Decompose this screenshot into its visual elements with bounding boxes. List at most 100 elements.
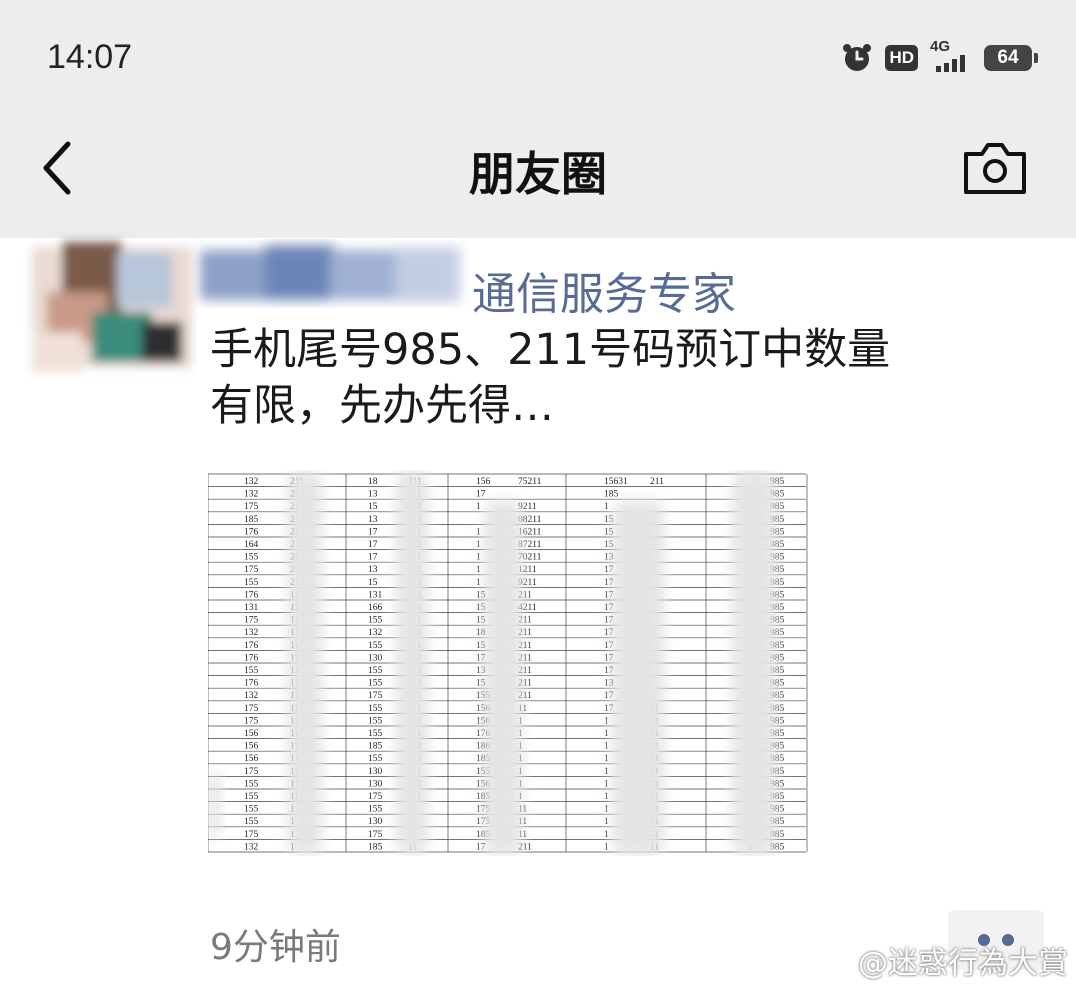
table-cell: 132 bbox=[244, 490, 259, 500]
signal-bars bbox=[936, 55, 965, 72]
table-cell: 166 bbox=[368, 603, 383, 613]
table-cell: 130 bbox=[368, 779, 383, 789]
table-cell: 176 bbox=[244, 679, 259, 689]
table-cell: 132 bbox=[244, 691, 259, 701]
table-cell: 130 bbox=[368, 817, 383, 827]
table-cell: 175 bbox=[244, 616, 259, 626]
table-cell: 17 bbox=[368, 540, 378, 550]
table-cell: 131 bbox=[368, 590, 383, 600]
table-cell: 155 bbox=[368, 729, 383, 739]
table-cell: 1 bbox=[476, 553, 481, 563]
camera-button[interactable] bbox=[962, 140, 1028, 196]
table-cell: 155 bbox=[244, 578, 259, 588]
hd-badge: HD bbox=[885, 45, 918, 71]
table-cell: 1 bbox=[604, 805, 609, 815]
table-cell: 175 bbox=[244, 716, 259, 726]
table-cell: 211 bbox=[650, 477, 664, 487]
table-cell: 17 bbox=[368, 527, 378, 537]
poster-name[interactable]: 通信服务专家 bbox=[472, 258, 736, 322]
table-cell: 1 bbox=[604, 779, 609, 789]
table-cell: 155 bbox=[244, 805, 259, 815]
post-text-line: 手机尾号985、211号码预订中数量 bbox=[210, 325, 891, 375]
table-cell: 1 bbox=[476, 527, 481, 537]
table-cell: 1 bbox=[476, 578, 481, 588]
table-cell: 1 bbox=[604, 742, 609, 752]
table-cell: 1 bbox=[476, 565, 481, 575]
table-cell: 1 bbox=[604, 817, 609, 827]
post-text-line: 有限，先办先得… bbox=[210, 381, 554, 431]
table-cell: 155 bbox=[244, 792, 259, 802]
table-cell: 155 bbox=[244, 817, 259, 827]
table-cell: 15631 bbox=[604, 477, 628, 487]
watermark: @迷惑行為大賞 bbox=[814, 938, 1068, 982]
table-cell: 175 bbox=[368, 830, 383, 840]
avatar[interactable] bbox=[22, 232, 197, 382]
post-text: 手机尾号985、211号码预订中数量 有限，先办先得… bbox=[210, 322, 1030, 434]
table-cell: 155 bbox=[368, 679, 383, 689]
table-cell: 176 bbox=[244, 590, 259, 600]
table-cell: 1 bbox=[476, 502, 481, 512]
table-cell: 155 bbox=[368, 616, 383, 626]
privacy-smudge bbox=[396, 470, 428, 856]
alarm-icon bbox=[843, 44, 872, 71]
table-cell: 156 bbox=[244, 754, 259, 764]
watermark-text: @迷惑行為大賞 bbox=[858, 946, 1068, 981]
table-cell: 132 bbox=[368, 628, 383, 638]
table-cell: 175 bbox=[368, 792, 383, 802]
table-cell: 155 bbox=[244, 553, 259, 563]
table-cell: 156 bbox=[476, 477, 491, 487]
table-cell: 176 bbox=[244, 527, 259, 537]
table-cell: 175 bbox=[244, 830, 259, 840]
table-cell: 132 bbox=[244, 628, 259, 638]
post-image[interactable]: 1322111821115675211156312119851322111321… bbox=[208, 470, 808, 856]
table-cell: 13 bbox=[368, 515, 378, 525]
privacy-smudge bbox=[484, 500, 522, 856]
blurred-name-prefix bbox=[190, 235, 470, 315]
table-cell: 18 bbox=[368, 477, 378, 487]
table-cell: 155 bbox=[368, 805, 383, 815]
table-cell: 1 bbox=[476, 540, 481, 550]
table-cell: 155 bbox=[368, 754, 383, 764]
table-cell: 185 bbox=[244, 515, 259, 525]
table-cell: 132 bbox=[244, 477, 259, 487]
table-cell: 185 bbox=[368, 742, 383, 752]
page-title: 朋友圈 bbox=[469, 147, 607, 201]
table-cell: 185 bbox=[604, 490, 619, 500]
table-cell: 1 bbox=[604, 767, 609, 777]
table-cell: 15 bbox=[368, 578, 378, 588]
table-cell: 17 bbox=[368, 553, 378, 563]
table-cell: 155 bbox=[368, 716, 383, 726]
privacy-smudge bbox=[732, 470, 776, 856]
privacy-smudge bbox=[612, 500, 664, 856]
table-cell: 164 bbox=[244, 540, 259, 550]
table-cell: 1 bbox=[604, 842, 609, 852]
table-cell: 131 bbox=[244, 603, 259, 613]
table-cell: 1 bbox=[604, 754, 609, 764]
table-cell: 175 bbox=[244, 565, 259, 575]
table-cell: 156 bbox=[244, 742, 259, 752]
table-cell: 132 bbox=[244, 842, 259, 852]
post-time: 9分钟前 bbox=[210, 927, 341, 968]
privacy-smudge bbox=[288, 470, 322, 856]
battery-icon: 64 bbox=[984, 45, 1038, 71]
table-cell: 175 bbox=[244, 502, 259, 512]
phone-number-table-image: 1322111821115675211156312119851322111321… bbox=[208, 470, 808, 856]
weibo-icon bbox=[815, 948, 852, 976]
pixelated-avatar-image bbox=[32, 242, 192, 372]
table-cell: 13 bbox=[368, 565, 378, 575]
table-cell: 17 bbox=[476, 490, 486, 500]
status-icons: HD 4G 64 bbox=[841, 38, 1038, 76]
table-cell: 75211 bbox=[518, 477, 542, 487]
table-cell: 15 bbox=[368, 502, 378, 512]
table-cell: 1 bbox=[604, 729, 609, 739]
table-cell: 155 bbox=[368, 641, 383, 651]
table-cell: 156 bbox=[244, 729, 259, 739]
table-cell: 130 bbox=[368, 767, 383, 777]
table-cell: 176 bbox=[244, 641, 259, 651]
table-cell: 155 bbox=[244, 779, 259, 789]
network-type-label: 4G bbox=[930, 38, 951, 55]
table-cell: 185 bbox=[368, 842, 383, 852]
table-cell: 155 bbox=[368, 704, 383, 714]
table-cell: 155 bbox=[244, 666, 259, 676]
top-bar: 14:07 HD 4G 64 朋友圈 bbox=[0, 0, 1076, 238]
